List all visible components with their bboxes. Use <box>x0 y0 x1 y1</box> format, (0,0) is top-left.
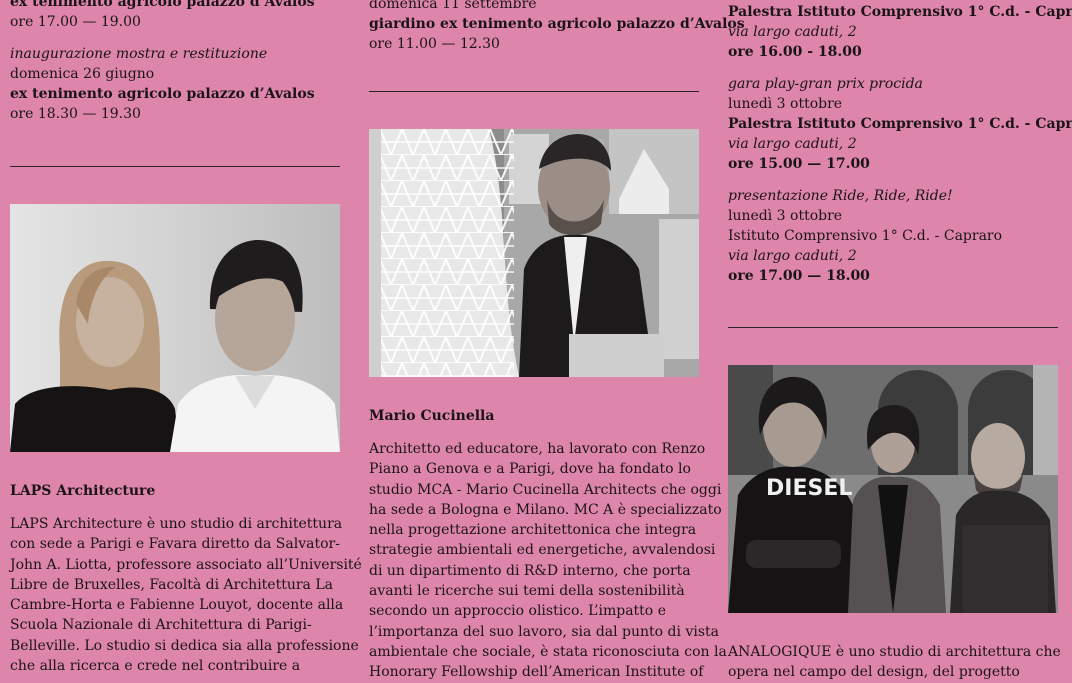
event-date: lunedì 3 ottobre <box>728 208 843 224</box>
event-title: presentazione Ride, Ride, Ride! <box>728 188 953 204</box>
mario-cucinella-photo <box>369 129 699 377</box>
event-time: ore 17.00 — 19.00 <box>10 14 141 30</box>
column-laps: ex tenimento agricolo palazzo d’Avalos o… <box>10 0 340 124</box>
event-venue: Palestra Istituto Comprensivo 1° C.d. - … <box>728 4 1072 20</box>
event-date: domenica 11 settembre <box>369 0 537 12</box>
event-address: via largo caduti, 2 <box>728 24 857 40</box>
event-date: domenica 26 giugno <box>10 66 155 82</box>
event-venue: giardino ex tenimento agricolo palazzo d… <box>369 16 745 32</box>
event-time: ore 17.00 — 18.00 <box>728 268 870 284</box>
divider <box>728 327 1058 328</box>
event-venue: ex tenimento agricolo palazzo d’Avalos <box>10 86 315 102</box>
divider <box>10 166 340 167</box>
event-title: inaugurazione mostra e restituzione <box>10 46 268 62</box>
laps-architecture-photo <box>10 204 340 452</box>
event-time: ore 11.00 — 12.30 <box>369 36 500 52</box>
event-venue: ex tenimento agricolo palazzo d’Avalos <box>10 0 315 10</box>
event-title: gara play-gran prix procida <box>728 76 923 92</box>
event-time: ore 18.30 — 19.30 <box>10 106 141 122</box>
divider <box>369 91 699 92</box>
mario-cucinella-bio: Architetto ed educatore, ha lavorato con… <box>369 441 727 681</box>
laps-architecture-name: LAPS Architecture <box>10 483 156 499</box>
column-analogique: Palestra Istituto Comprensivo 1° C.d. - … <box>728 2 1072 286</box>
mario-cucinella-name: Mario Cucinella <box>369 408 495 424</box>
svg-text:DIESEL: DIESEL <box>766 476 852 501</box>
event-address: via largo caduti, 2 <box>728 248 857 264</box>
column-cucinella: domenica 11 settembre giardino ex tenime… <box>369 0 745 54</box>
event-time: ore 16.00 - 18.00 <box>728 44 862 60</box>
event-address: via largo caduti, 2 <box>728 136 857 152</box>
event-time: ore 15.00 — 17.00 <box>728 156 870 172</box>
analogique-photo: DIESEL <box>728 365 1058 613</box>
event-venue: Palestra Istituto Comprensivo 1° C.d. - … <box>728 116 1072 132</box>
laps-architecture-bio: LAPS Architecture è uno studio di archit… <box>10 516 362 675</box>
event-date: lunedì 3 ottobre <box>728 96 843 112</box>
analogique-bio: ANALOGIQUE è uno studio di architettura … <box>728 644 1061 681</box>
event-venue: Istituto Comprensivo 1° C.d. - Capraro <box>728 228 1003 244</box>
